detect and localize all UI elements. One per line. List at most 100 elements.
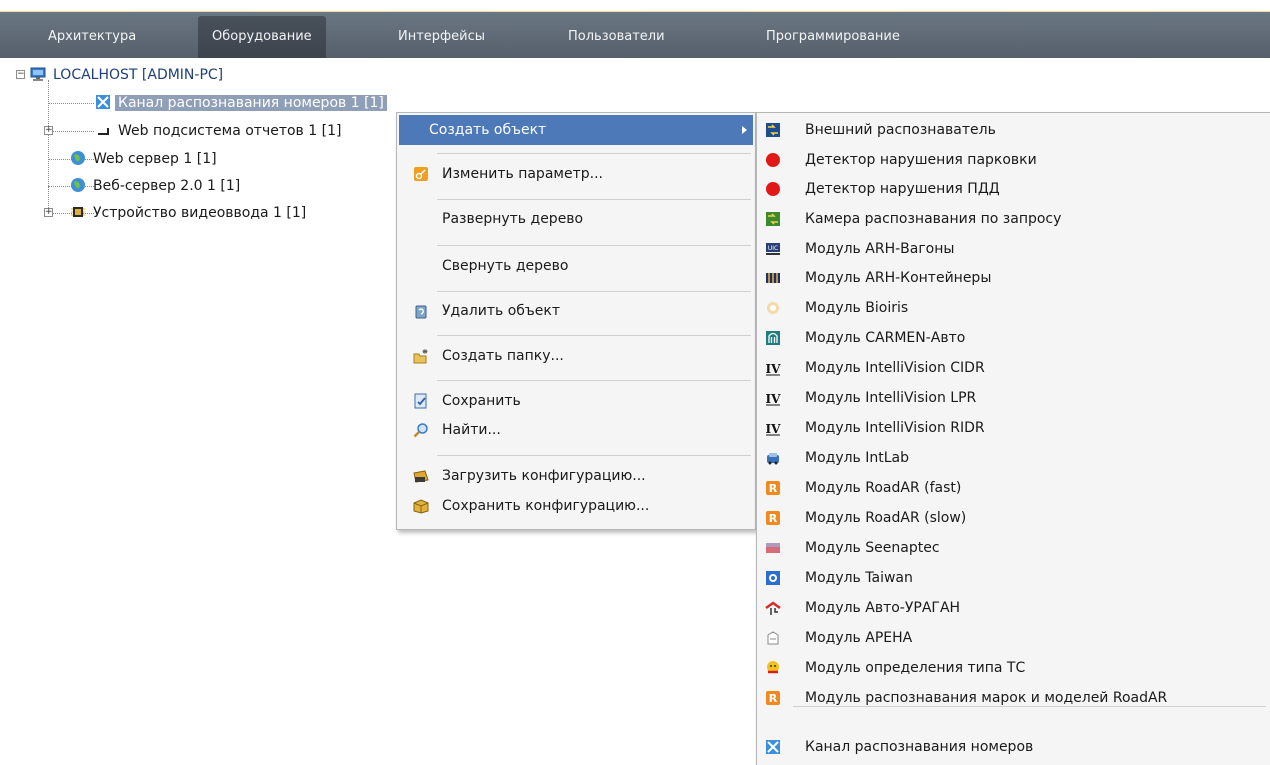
globe-icon	[71, 178, 85, 192]
load-config-icon	[413, 470, 429, 483]
submenu-item[interactable]: Модуль CARMEN-Авто	[757, 323, 1270, 353]
recycle-bin-icon	[415, 305, 427, 319]
computer-icon	[30, 67, 46, 81]
menu-separator	[437, 380, 751, 381]
tree-root[interactable]: LOCALHOST [ADMIN-PC]	[30, 64, 226, 86]
context-menu: Создать объект Изменить параметр... Разв…	[396, 112, 756, 530]
tree-item-web-server[interactable]: Web сервер 1 [1]	[70, 148, 220, 170]
taiwan-icon	[766, 571, 780, 585]
bioiris-icon	[767, 302, 779, 314]
menu-item-collapse-tree[interactable]: Свернуть дерево	[397, 251, 755, 281]
menu-item-create-folder[interactable]: Создать папку...	[397, 341, 755, 371]
arena-icon	[767, 631, 779, 645]
submenu-item[interactable]: Модуль Seenaptec	[757, 533, 1270, 563]
tree-line	[48, 131, 94, 132]
submenu-item[interactable]: R Модуль RoadAR (fast)	[757, 473, 1270, 503]
submenu-item-label: Модуль АРЕНА	[805, 630, 913, 646]
submenu-item[interactable]: Детектор нарушения парковки	[757, 145, 1270, 175]
menu-item-label: Развернуть дерево	[442, 211, 584, 227]
menu-item-label: Сохранить конфигурацию...	[442, 498, 650, 514]
tree-item-label: Веб-сервер 2.0 1 [1]	[93, 178, 241, 194]
submenu-item-label: Детектор нарушения парковки	[805, 152, 1037, 168]
menu-separator	[437, 199, 751, 200]
submenu-item[interactable]: Модуль Авто-УРАГАН	[757, 593, 1270, 623]
globe-icon	[71, 151, 85, 165]
tab-users[interactable]: Пользователи	[554, 16, 679, 58]
menu-item-edit-parameter[interactable]: Изменить параметр...	[397, 159, 755, 189]
submenu-item-label: Камера распознавания по запросу	[805, 211, 1062, 227]
submenu-item-label: Модуль CARMEN-Авто	[805, 330, 966, 346]
tree-expand-button[interactable]: +	[44, 208, 53, 217]
submenu-item[interactable]: UIC Модуль ARH-Вагоны	[757, 234, 1270, 264]
wagon-icon: UIC	[766, 243, 780, 255]
svg-text:R: R	[769, 512, 778, 525]
svg-text:IV: IV	[766, 392, 781, 406]
svg-text:R: R	[769, 692, 778, 705]
tree-line	[48, 80, 49, 214]
roadar-icon: R	[766, 481, 780, 495]
submenu-item-label: Модуль IntelliVision LPR	[805, 390, 977, 406]
submenu-item[interactable]: Модуль АРЕНА	[757, 623, 1270, 653]
submenu-item[interactable]: Канал распознавания номеров	[757, 732, 1270, 762]
submenu-item[interactable]: IV Модуль IntelliVision LPR	[757, 383, 1270, 413]
submenu-item[interactable]: Модуль IntLab	[757, 443, 1270, 473]
submenu-item[interactable]: Модуль Bioiris	[757, 293, 1270, 323]
tree-item-label: Канал распознавания номеров 1 [1]	[115, 95, 387, 111]
menu-item-load-config[interactable]: Загрузить конфигурацию...	[397, 461, 755, 491]
submenu-item[interactable]: IV Модуль IntelliVision CIDR	[757, 353, 1270, 383]
menu-separator	[437, 153, 751, 154]
menu-item-delete-object[interactable]: Удалить объект	[397, 296, 755, 326]
submenu-item[interactable]: R Модуль RoadAR (slow)	[757, 503, 1270, 533]
intellivision-icon: IV	[766, 422, 781, 436]
menu-item-label: Свернуть дерево	[442, 258, 569, 274]
menu-item-label: Создать объект	[429, 122, 547, 138]
svg-text:R: R	[769, 482, 778, 495]
tree-item-label: Web сервер 1 [1]	[93, 151, 217, 167]
menu-item-save[interactable]: Сохранить	[397, 386, 755, 416]
submenu-item-label: Модуль IntLab	[805, 450, 910, 466]
menu-separator	[437, 245, 751, 246]
uragan-icon	[765, 601, 781, 615]
tab-interfaces[interactable]: Интерфейсы	[384, 16, 499, 58]
submenu-item[interactable]: Камера распознавания по запросу	[757, 204, 1270, 234]
menu-item-label: Удалить объект	[442, 303, 561, 319]
container-icon	[766, 273, 780, 283]
submenu-item[interactable]: R Модуль распознавания марок и моделей Ro…	[757, 683, 1270, 713]
menu-separator	[793, 706, 1266, 707]
menu-separator	[437, 291, 751, 292]
new-folder-icon	[413, 349, 428, 364]
tree-item-video-input[interactable]: Устройство видеоввода 1 [1]	[70, 202, 309, 224]
submenu-arrow-icon	[742, 126, 747, 134]
intellivision-icon: IV	[766, 362, 781, 376]
tree-item-lpr-channel[interactable]: Канал распознавания номеров 1 [1]	[95, 92, 387, 114]
red-dot-icon	[766, 182, 780, 196]
submenu-item-label: Модуль IntelliVision CIDR	[805, 360, 985, 376]
menu-item-save-config[interactable]: Сохранить конфигурацию...	[397, 491, 755, 521]
submenu-item[interactable]: Модуль Taiwan	[757, 563, 1270, 593]
submenu-item-label: Модуль RoadAR (slow)	[805, 510, 967, 526]
tree-line	[48, 103, 94, 104]
menu-item-create-object[interactable]: Создать объект	[399, 115, 753, 145]
submenu-item[interactable]: Модуль определения типа ТС	[757, 653, 1270, 683]
menu-item-expand-tree[interactable]: Развернуть дерево	[397, 204, 755, 234]
tree-item-web-server-2[interactable]: Веб-сервер 2.0 1 [1]	[70, 175, 243, 197]
tab-architecture[interactable]: Архитектура	[34, 16, 150, 58]
save-icon	[414, 393, 427, 409]
submenu-item[interactable]: Внешний распознаватель	[757, 115, 1270, 145]
roadar-icon: R	[766, 511, 780, 525]
save-config-icon	[413, 499, 429, 514]
tree-collapse-button[interactable]: −	[16, 70, 25, 79]
tree-item-label: Web подсистема отчетов 1 [1]	[118, 123, 342, 139]
tab-equipment[interactable]: Оборудование	[198, 16, 326, 58]
tab-programming[interactable]: Программирование	[752, 16, 914, 58]
tree-expand-button[interactable]: +	[44, 126, 53, 135]
menu-item-find[interactable]: Найти...	[397, 415, 755, 445]
menu-separator	[437, 335, 751, 336]
lpr-channel-icon	[96, 95, 110, 109]
tree-item-web-reports[interactable]: Web подсистема отчетов 1 [1]	[95, 120, 344, 142]
submenu-item[interactable]: Детектор нарушения ПДД	[757, 174, 1270, 204]
submenu-item[interactable]: IV Модуль IntelliVision RIDR	[757, 413, 1270, 443]
submenu-item-label: Детектор нарушения ПДД	[805, 181, 1000, 197]
submenu-item-label: Канал распознавания номеров	[805, 739, 1034, 755]
submenu-item[interactable]: Модуль ARH-Контейнеры	[757, 263, 1270, 293]
